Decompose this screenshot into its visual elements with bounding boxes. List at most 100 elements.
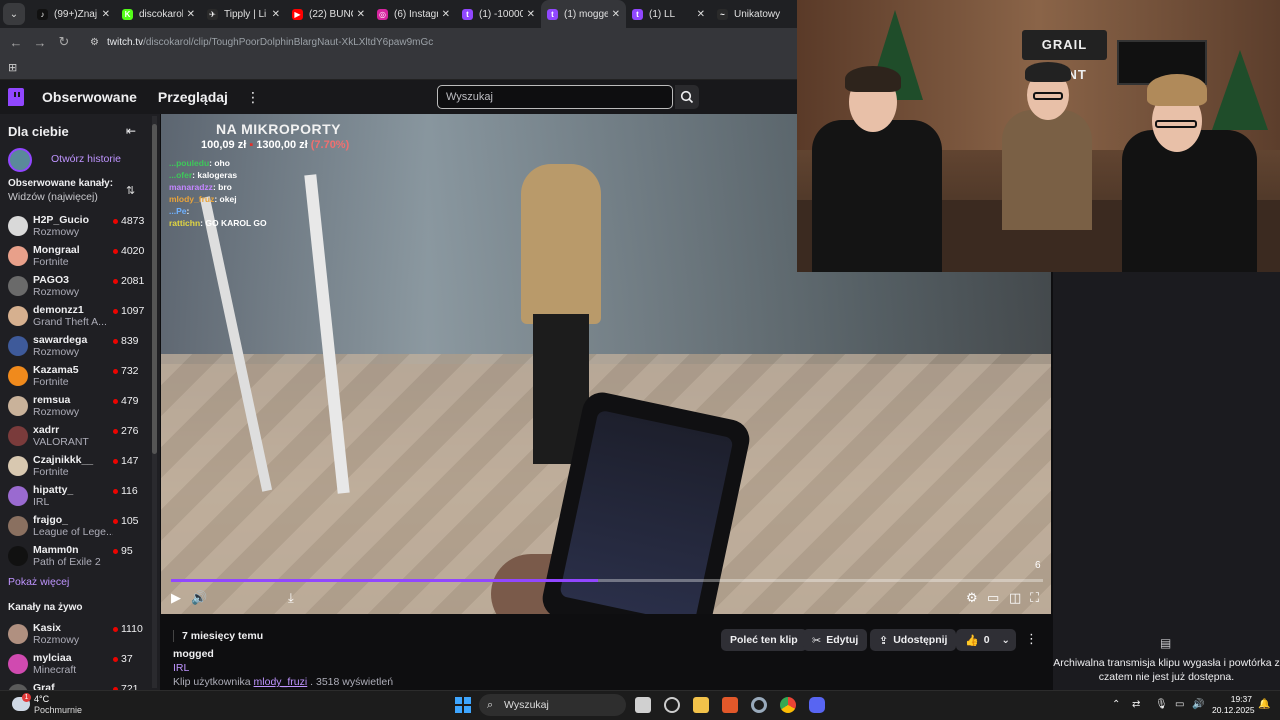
channel-game: Rozmowy (33, 346, 80, 358)
twitch-logo-icon[interactable] (8, 88, 24, 106)
sidebar-channel-item[interactable]: frajgo_ League of Lege... 105 (0, 512, 150, 542)
chrome-icon[interactable] (780, 697, 796, 713)
sidebar-channel-item[interactable]: sawardega Rozmowy 839 (0, 332, 150, 362)
sort-icon[interactable]: ⇅ (126, 184, 135, 197)
ccleaner-icon[interactable] (751, 697, 767, 713)
show-more-link[interactable]: Pokaż więcej (8, 576, 69, 588)
close-tab-icon[interactable]: ✕ (612, 9, 620, 20)
discord-icon[interactable] (809, 697, 825, 713)
browser-tab[interactable]: Kdiscokarol ✕ (116, 0, 201, 28)
download-icon[interactable]: ⤓ (288, 590, 294, 606)
close-tab-icon[interactable]: ✕ (187, 9, 195, 20)
browser-tab[interactable]: t (1) mogge ✕ (541, 0, 626, 28)
tab-title: Unikatowy (734, 8, 781, 20)
sidebar-channel-item[interactable]: Mamm0n Path of Exile 2 95 (0, 542, 150, 572)
close-tab-icon[interactable]: ✕ (102, 9, 110, 20)
volume-icon[interactable]: 🔊 (191, 590, 207, 606)
channel-viewers: 732 (121, 365, 139, 377)
browser-tab[interactable]: ✈ Tipply | Li ✕ (201, 0, 286, 28)
channel-name: PAGO3 (33, 274, 69, 286)
edit-clip-button[interactable]: ✂ Edytuj (803, 629, 868, 651)
browser-tab[interactable]: ◎ (6) Instagr ✕ (371, 0, 456, 28)
chevron-down-icon[interactable]: ⌄ (1002, 635, 1010, 646)
sidebar-channel-item[interactable]: PAGO3 Rozmowy 2081 (0, 272, 150, 302)
sidebar-channel-item[interactable]: xadrr VALORANT 276 (0, 422, 150, 452)
back-icon[interactable]: ← (4, 35, 28, 50)
taskbar-clock[interactable]: 19:37 20.12.2025 (1212, 694, 1255, 716)
sidebar-channel-item[interactable]: Graf 721 (0, 680, 150, 690)
share-button[interactable]: ⇪ Udostępnij (870, 629, 957, 651)
channel-avatar (8, 426, 28, 446)
site-info-icon[interactable]: ⚙ (90, 37, 99, 48)
like-button[interactable]: 👍 0 ⌄ (956, 629, 1016, 651)
browser-tab[interactable]: t (1) -10000 ✕ (456, 0, 541, 28)
weather-temp: 4°C (34, 694, 50, 704)
channel-name: Kasix (33, 622, 62, 634)
reload-icon[interactable]: ↻ (52, 34, 76, 50)
channel-viewers: 105 (121, 515, 139, 527)
story-avatar[interactable] (8, 148, 32, 172)
browser-tab[interactable]: ▶ (22) BUNG ✕ (286, 0, 371, 28)
clip-author-link[interactable]: mlody_fruzi (254, 676, 308, 688)
sidebar-channel-item[interactable]: H2P_Gucio Rozmowy 4873 (0, 212, 150, 242)
video-progress-bar[interactable] (171, 579, 1043, 582)
speaker-icon[interactable]: 🔊 (1192, 699, 1204, 710)
close-tab-icon[interactable]: ✕ (697, 9, 705, 20)
task-view-icon[interactable] (635, 697, 651, 713)
recommend-clip-button[interactable]: Poleć ten klip (721, 629, 807, 651)
browser-tab[interactable]: t (1) LL ✕ (626, 0, 711, 28)
more-options-icon[interactable]: ⋮ (1025, 631, 1038, 647)
play-icon[interactable]: ▶ (171, 590, 181, 606)
sidebar-channel-item[interactable]: Kazama5 Fortnite 732 (0, 362, 150, 392)
sidebar-channel-item[interactable]: hipatty_ IRL 116 (0, 482, 150, 512)
live-dot-icon (113, 489, 118, 494)
close-tab-icon[interactable]: ✕ (527, 9, 535, 20)
url-field[interactable]: ⚙ twitch.tv/discokarol/clip/ToughPoorDol… (90, 37, 433, 48)
more-menu-icon[interactable]: ⋮ (246, 89, 260, 106)
fullscreen-icon[interactable]: ⛶ (1030, 590, 1039, 606)
collapse-sidebar-icon[interactable]: ⇤ (126, 124, 136, 138)
cam-wall-sign: GRAIL POINT (1022, 30, 1107, 82)
microphone-icon[interactable]: 🎙 (1155, 699, 1168, 710)
taskbar-search[interactable]: ⌕ Wyszukaj (479, 694, 626, 716)
theatre-mode-icon[interactable]: ▭ (987, 590, 999, 606)
network-share-icon[interactable]: ⇄ (1132, 699, 1140, 710)
browser-tab[interactable]: ~ Unikatowy (711, 0, 796, 28)
clip-category-link[interactable]: IRL (173, 662, 189, 674)
sidebar-channel-item[interactable]: Kasix Rozmowy 1110 (0, 620, 150, 650)
search-button[interactable] (675, 85, 699, 109)
monitor-icon[interactable]: ▭ (1175, 699, 1184, 710)
copilot-icon[interactable] (664, 697, 680, 713)
live-dot-icon (113, 339, 118, 344)
sidebar-channel-item[interactable]: mylciaa Minecraft 37 (0, 650, 150, 680)
channel-game: Rozmowy (33, 286, 80, 298)
close-tab-icon[interactable]: ✕ (442, 9, 450, 20)
tray-chevron-icon[interactable]: ⌃ (1112, 699, 1120, 710)
tab-title: (6) Instagr (394, 8, 438, 20)
sidebar-scrollbar[interactable] (152, 116, 157, 688)
followed-sort-label: Widzów (najwięcej) (8, 191, 98, 203)
browser-tab[interactable]: ♪ (99+)Znaj ✕ (31, 0, 116, 28)
overlay-chat-message: manaradzz: bro (169, 182, 232, 192)
apps-grid-icon[interactable]: ⊞ (8, 61, 17, 74)
open-stories-link[interactable]: Otwórz historie (51, 153, 121, 165)
clip-info: 7 miesięcy temu mogged IRL Klip użytkown… (161, 614, 1051, 690)
close-tab-icon[interactable]: ✕ (357, 9, 365, 20)
tab-search-icon[interactable]: ⌄ (3, 3, 25, 25)
nav-browse[interactable]: Przeglądaj (158, 89, 228, 105)
notification-bell-icon[interactable]: 🔔 (1258, 699, 1270, 710)
search-input[interactable]: Wyszukaj (437, 85, 673, 109)
close-tab-icon[interactable]: ✕ (272, 9, 280, 20)
sidebar-toggle-icon[interactable]: ◫ (1009, 590, 1021, 606)
sidebar-channel-item[interactable]: Mongraal Fortnite 4020 (0, 242, 150, 272)
settings-gear-icon[interactable]: ⚙ (966, 590, 978, 606)
forward-icon[interactable]: → (28, 35, 52, 50)
sidebar-channel-item[interactable]: demonzz1 Grand Theft A... 1097 (0, 302, 150, 332)
nav-following[interactable]: Obserwowane (42, 89, 137, 105)
file-explorer-icon[interactable] (693, 697, 709, 713)
sidebar-channel-item[interactable]: remsua Rozmowy 479 (0, 392, 150, 422)
windows-start-icon[interactable] (455, 697, 471, 713)
sidebar-channel-item[interactable]: Czajnikkk__ Fortnite 147 (0, 452, 150, 482)
brave-browser-icon[interactable] (722, 697, 738, 713)
clip-title: mogged (173, 648, 214, 660)
